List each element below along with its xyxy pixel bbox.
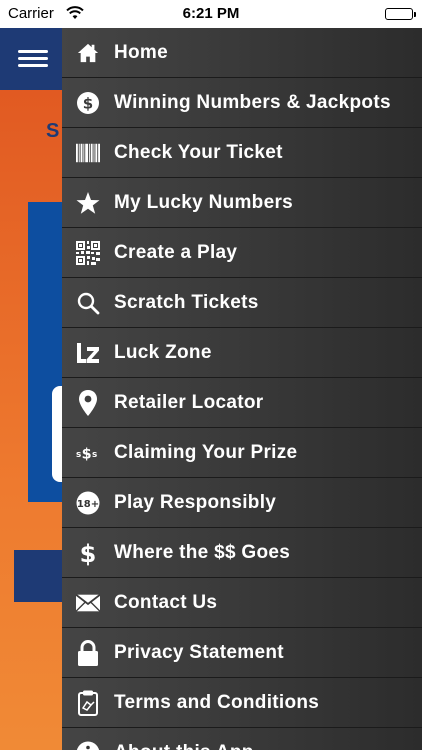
menu-item-label: Where the $$ Goes [114,541,291,563]
info-icon [76,741,100,750]
map-pin-icon [76,389,100,416]
menu-item-label: Check Your Ticket [114,141,283,163]
background-button[interactable] [14,550,62,602]
svg-text:18+: 18+ [77,499,99,510]
age-18-plus-icon: 18+ [76,491,100,515]
lock-icon [76,639,100,666]
svg-text:$: $ [80,540,97,566]
menu-item-claiming-your-prize[interactable]: s $ s Claiming Your Prize [62,428,422,478]
menu-item-play-responsibly[interactable]: 18+ Play Responsibly [62,478,422,528]
menu-item-home[interactable]: Home [62,28,422,78]
menu-item-label: Contact Us [114,591,218,613]
search-icon [76,291,100,315]
dollar-circle-icon: $ [76,91,100,115]
home-icon [76,41,100,65]
menu-item-winning-numbers-jackpots[interactable]: $ Winning Numbers & Jackpots [62,78,422,128]
svg-text:s: s [92,450,97,460]
svg-text:$: $ [82,446,92,462]
svg-text:s: s [76,450,81,460]
menu-item-label: Retailer Locator [114,391,264,413]
menu-item-scratch-tickets[interactable]: Scratch Tickets [62,278,422,328]
menu-item-contact-us[interactable]: Contact Us [62,578,422,628]
hamburger-menu-button[interactable] [16,46,50,72]
menu-item-label: Luck Zone [114,341,212,363]
menu-item-label: Play Responsibly [114,491,277,513]
star-icon [76,191,100,215]
menu-item-label: About this App [114,742,254,750]
money-symbols-icon: s $ s [76,441,100,465]
menu-item-my-lucky-numbers[interactable]: My Lucky Numbers [62,178,422,228]
qr-code-icon [76,240,100,265]
menu-item-privacy-statement[interactable]: Privacy Statement [62,628,422,678]
menu-item-label: Privacy Statement [114,641,284,663]
menu-item-label: My Lucky Numbers [114,191,294,213]
menu-item-terms-and-conditions[interactable]: Terms and Conditions [62,678,422,728]
navigation-drawer: Home $ Winning Numbers & Jackpots Check You… [62,28,422,750]
svg-text:$: $ [83,94,93,112]
menu-item-luck-zone[interactable]: Luck Zone [62,328,422,378]
menu-item-label: Terms and Conditions [114,691,320,713]
menu-list: Home $ Winning Numbers & Jackpots Check You… [62,28,422,750]
lz-logo-icon [76,341,100,365]
status-bar: Carrier 6:21 PM [0,0,422,28]
menu-item-label: Scratch Tickets [114,291,259,313]
menu-item-create-a-play[interactable]: Create a Play [62,228,422,278]
envelope-icon [76,591,100,615]
menu-item-label: Home [114,41,168,63]
clipboard-icon [76,690,100,716]
menu-item-label: Claiming Your Prize [114,441,298,463]
menu-item-where-the-goes[interactable]: $ Where the $$ Goes [62,528,422,578]
dollar-sign-icon: $ [76,540,100,566]
menu-item-label: Winning Numbers & Jackpots [114,91,391,113]
menu-item-retailer-locator[interactable]: Retailer Locator [62,378,422,428]
background-card [52,386,62,482]
menu-item-about-this-app[interactable]: About this App [62,728,422,750]
menu-item-label: Create a Play [114,241,238,263]
battery-icon [385,8,416,20]
status-time: 6:21 PM [182,5,240,22]
barcode-icon [76,141,100,165]
app-background: S [0,90,62,750]
menu-item-check-your-ticket[interactable]: Check Your Ticket [62,128,422,178]
partial-heading: S [46,120,60,142]
